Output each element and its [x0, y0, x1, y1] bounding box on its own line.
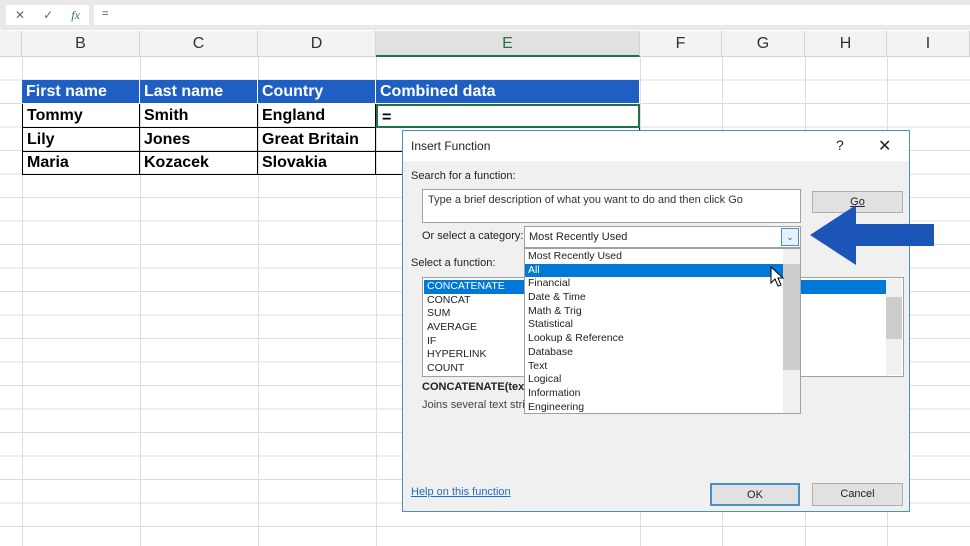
- category-option[interactable]: Lookup & Reference: [525, 332, 800, 346]
- function-label: Select a function:: [411, 257, 496, 269]
- header-cell[interactable]: Combined data: [376, 80, 640, 104]
- cancel-icon[interactable]: ✕: [15, 8, 25, 22]
- dialog-title: Insert Function: [411, 139, 491, 153]
- fx-icon[interactable]: fx: [71, 8, 80, 23]
- category-option[interactable]: Database: [525, 346, 800, 360]
- close-icon[interactable]: ✕: [878, 136, 891, 156]
- category-option[interactable]: Text: [525, 360, 800, 374]
- table-cell[interactable]: Jones: [140, 128, 258, 152]
- col-header-b[interactable]: B: [22, 31, 140, 57]
- table-cell[interactable]: Lily: [22, 128, 140, 152]
- mouse-cursor-icon: [770, 266, 785, 287]
- category-option[interactable]: Most Recently Used: [525, 250, 800, 264]
- category-dropdown[interactable]: Most Recently Used All Financial Date & …: [524, 248, 801, 414]
- category-option[interactable]: Math & Trig: [525, 305, 800, 319]
- cancel-button[interactable]: Cancel: [812, 483, 903, 506]
- category-option[interactable]: All: [525, 263, 783, 278]
- header-cell[interactable]: First name: [22, 80, 140, 104]
- search-input[interactable]: Type a brief description of what you wan…: [422, 189, 801, 223]
- col-header-i[interactable]: I: [887, 31, 970, 57]
- arrow-left-icon: [810, 205, 934, 265]
- help-link[interactable]: Help on this function: [411, 486, 511, 498]
- table-cell[interactable]: England: [258, 104, 376, 128]
- help-icon[interactable]: ?: [836, 137, 844, 153]
- function-description: Joins several text strin: [422, 399, 531, 411]
- category-value: Most Recently Used: [529, 231, 628, 243]
- col-header-h[interactable]: H: [805, 31, 887, 57]
- table-cell[interactable]: Tommy: [22, 104, 140, 128]
- column-headers: B C D E F G H I: [0, 31, 970, 57]
- table-cell[interactable]: Great Britain: [258, 128, 376, 152]
- formula-input[interactable]: =: [94, 5, 970, 25]
- formula-buttons: ✕ ✓ fx: [6, 5, 89, 25]
- col-header-f[interactable]: F: [640, 31, 722, 57]
- active-cell[interactable]: =: [376, 104, 640, 128]
- insert-function-dialog: Insert Function ? ✕ Search for a functio…: [402, 130, 910, 512]
- ok-button[interactable]: OK: [710, 483, 800, 506]
- chevron-down-icon[interactable]: ⌄: [781, 228, 799, 246]
- table-cell[interactable]: Kozacek: [140, 151, 258, 175]
- table-cell[interactable]: Slovakia: [258, 151, 376, 175]
- category-option[interactable]: Statistical: [525, 318, 800, 332]
- table-cell[interactable]: Smith: [140, 104, 258, 128]
- category-option[interactable]: Engineering: [525, 401, 800, 415]
- search-label: Search for a function:: [411, 170, 516, 182]
- col-header-g[interactable]: G: [722, 31, 805, 57]
- table-cell[interactable]: Maria: [22, 151, 140, 175]
- category-select[interactable]: Most Recently Used ⌄: [524, 226, 801, 248]
- function-scrollbar[interactable]: [886, 279, 902, 375]
- check-icon[interactable]: ✓: [43, 8, 53, 22]
- category-option[interactable]: Information: [525, 387, 800, 401]
- category-label: Or select a category:: [422, 230, 524, 242]
- header-cell[interactable]: Country: [258, 80, 376, 104]
- select-all[interactable]: [0, 31, 22, 57]
- category-option[interactable]: Financial: [525, 277, 800, 291]
- col-header-e[interactable]: E: [376, 31, 640, 57]
- category-option[interactable]: Logical: [525, 373, 800, 387]
- col-header-d[interactable]: D: [258, 31, 376, 57]
- header-cell[interactable]: Last name: [140, 80, 258, 104]
- col-header-c[interactable]: C: [140, 31, 258, 57]
- category-option[interactable]: Date & Time: [525, 291, 800, 305]
- function-signature: CONCATENATE(text1: [422, 381, 535, 393]
